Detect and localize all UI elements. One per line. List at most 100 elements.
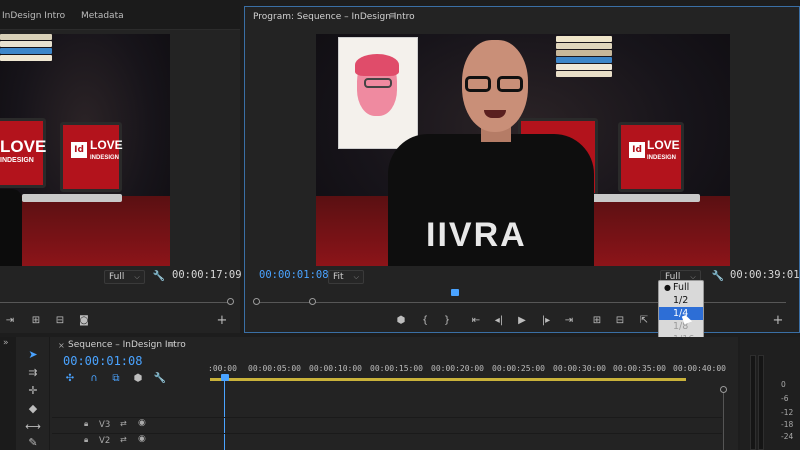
expand-panel-icon[interactable]: » bbox=[3, 338, 9, 348]
menu-item-eighth: 1/8 bbox=[673, 321, 689, 332]
add-marker-icon[interactable]: ⬢ bbox=[130, 371, 146, 385]
glasses-right bbox=[497, 76, 523, 92]
source-resolution-dropdown[interactable]: Full ⌵ bbox=[104, 270, 145, 284]
ruler-label: 00:00:15:00 bbox=[370, 364, 423, 373]
razor-tool-icon[interactable]: ◆ bbox=[25, 401, 41, 415]
source-video-frame: LOVE INDESIGN Id LOVE INDESIGN bbox=[0, 34, 170, 266]
timeline-settings-wrench-icon[interactable]: 🔧 bbox=[152, 371, 168, 385]
camera-icon[interactable]: ◙ bbox=[76, 313, 92, 327]
tools-panel: ➤ ⇉ ✛ ◆ ⟷ ✎ bbox=[16, 337, 50, 450]
source-scrub-end-handle[interactable] bbox=[227, 298, 234, 305]
go-to-in-icon[interactable]: ⇤ bbox=[468, 313, 484, 327]
export-frame-icon[interactable]: ⇱ bbox=[636, 313, 652, 327]
ruler-label: 00:00:35:00 bbox=[613, 364, 666, 373]
mark-in-icon[interactable]: { bbox=[417, 313, 433, 327]
program-wrench-icon[interactable]: 🔧 bbox=[710, 269, 726, 283]
selection-tool-icon[interactable]: ➤ bbox=[25, 347, 41, 361]
add-button-icon[interactable]: + bbox=[214, 313, 230, 328]
menu-item-quarter[interactable]: 1/4 bbox=[659, 307, 703, 320]
track-v2 bbox=[52, 433, 722, 449]
program-indesign-text-2: INDESIGN bbox=[647, 155, 677, 161]
menu-item-half[interactable]: 1/2 bbox=[659, 294, 703, 307]
track-name-v2[interactable]: V2 bbox=[99, 436, 110, 446]
ruler-label: 00:00:05:00 bbox=[248, 364, 301, 373]
source-indesign-text-2: INDESIGN bbox=[90, 155, 120, 161]
ruler-label: 00:00:25:00 bbox=[492, 364, 545, 373]
source-love-text: LOVE bbox=[0, 137, 47, 156]
marker-icon[interactable]: ⬢ bbox=[393, 313, 409, 327]
hamburger-icon[interactable]: ≡ bbox=[389, 11, 397, 21]
meter-label: -12 bbox=[781, 408, 794, 417]
ruler-label: 00:00:40:00 bbox=[673, 364, 726, 373]
program-add-button-icon[interactable]: + bbox=[770, 313, 786, 328]
snap-icon[interactable]: ∩ bbox=[86, 371, 102, 385]
program-love-text-2: LOVE bbox=[647, 138, 680, 152]
source-person-shoulder bbox=[0, 189, 22, 266]
source-timecode: 00:00:17:09 bbox=[172, 269, 242, 281]
meter-label: -6 bbox=[781, 394, 789, 403]
linked-selection-icon[interactable]: ⧉ bbox=[108, 371, 124, 385]
go-to-out-icon[interactable]: ⇥ bbox=[561, 313, 577, 327]
timeline-zoom-handle[interactable] bbox=[720, 386, 727, 393]
eye-icon[interactable]: ◉ bbox=[138, 434, 146, 444]
timeline-timecode[interactable]: 00:00:01:08 bbox=[63, 354, 142, 368]
pen-tool-icon[interactable]: ✎ bbox=[25, 435, 41, 449]
slip-tool-icon[interactable]: ⟷ bbox=[25, 419, 41, 433]
program-duration: 00:00:39:01 bbox=[730, 269, 800, 281]
meter-label: -18 bbox=[781, 420, 794, 429]
program-scrub-track[interactable] bbox=[256, 302, 786, 303]
source-indesign-text: INDESIGN bbox=[0, 157, 34, 164]
program-playhead-marker[interactable] bbox=[451, 289, 459, 296]
timeline-playhead-head[interactable] bbox=[221, 374, 229, 381]
step-back-icon[interactable]: ◂| bbox=[491, 313, 507, 327]
track-name-v3[interactable]: V3 bbox=[99, 420, 110, 430]
fit-dropdown[interactable]: Fit ⌵ bbox=[328, 270, 364, 284]
menu-item-full[interactable]: ● Full bbox=[659, 281, 703, 294]
step-forward-icon[interactable]: |▸ bbox=[538, 313, 554, 327]
work-area-bar[interactable] bbox=[210, 378, 686, 381]
program-zoom-handle[interactable] bbox=[309, 298, 316, 305]
poster-artwork bbox=[338, 37, 418, 149]
close-tab-icon[interactable]: × bbox=[58, 341, 65, 350]
lock-icon[interactable]: 🔒︎ bbox=[84, 419, 88, 429]
ruler-label: 00:00:20:00 bbox=[431, 364, 484, 373]
sync-lock-icon[interactable]: ⇄ bbox=[120, 435, 127, 444]
timeline-vertical-scroll[interactable] bbox=[723, 393, 724, 450]
program-playhead-timecode[interactable]: 00:00:01:08 bbox=[259, 269, 329, 281]
ripple-edit-tool-icon[interactable]: ✛ bbox=[25, 383, 41, 397]
extract-icon[interactable]: ⊟ bbox=[612, 313, 628, 327]
shirt-print-text: IIVRA bbox=[426, 216, 527, 254]
overlay-icon[interactable]: ⊟ bbox=[52, 313, 68, 327]
eye-icon[interactable]: ◉ bbox=[138, 418, 146, 428]
program-in-handle[interactable] bbox=[253, 298, 260, 305]
left-panel-edge: » bbox=[0, 337, 16, 450]
mark-out-icon[interactable]: } bbox=[439, 313, 455, 327]
source-tab-bar: InDesign Intro Metadata bbox=[0, 0, 240, 30]
sync-lock-icon[interactable]: ⇄ bbox=[120, 419, 127, 428]
meter-label: -24 bbox=[781, 432, 794, 441]
tab-metadata[interactable]: Metadata bbox=[81, 11, 124, 21]
track-v3 bbox=[52, 417, 722, 433]
track-select-tool-icon[interactable]: ⇉ bbox=[25, 365, 41, 379]
play-icon[interactable]: ▶ bbox=[514, 313, 530, 327]
wrench-icon[interactable]: 🔧 bbox=[151, 269, 167, 283]
source-scrub-track[interactable] bbox=[0, 302, 232, 303]
insert-icon[interactable]: ⊞ bbox=[28, 313, 44, 327]
tab-source-clip[interactable]: InDesign Intro bbox=[2, 11, 65, 21]
nest-icon[interactable]: ✣ bbox=[62, 371, 78, 385]
timeline-hamburger-icon[interactable]: ≡ bbox=[167, 340, 175, 350]
ruler-label: :00:00 bbox=[208, 364, 237, 373]
overwrite-icon[interactable]: ⇥ bbox=[2, 313, 18, 327]
lift-icon[interactable]: ⊞ bbox=[589, 313, 605, 327]
meter-bar-right bbox=[758, 355, 764, 450]
meter-bar-left bbox=[750, 355, 756, 450]
program-video-frame: LOVE INDESIGN Id LOVE INDESIGN IIVRA bbox=[316, 34, 730, 266]
source-love-text-2: LOVE bbox=[90, 138, 123, 152]
ruler-label: 00:00:30:00 bbox=[553, 364, 606, 373]
program-id-logo: Id bbox=[629, 142, 645, 158]
source-id-logo: Id bbox=[71, 142, 87, 158]
glasses-left bbox=[465, 76, 491, 92]
meter-label: 0 bbox=[781, 380, 786, 389]
ruler-label: 00:00:10:00 bbox=[309, 364, 362, 373]
lock-icon[interactable]: 🔒︎ bbox=[84, 435, 88, 445]
